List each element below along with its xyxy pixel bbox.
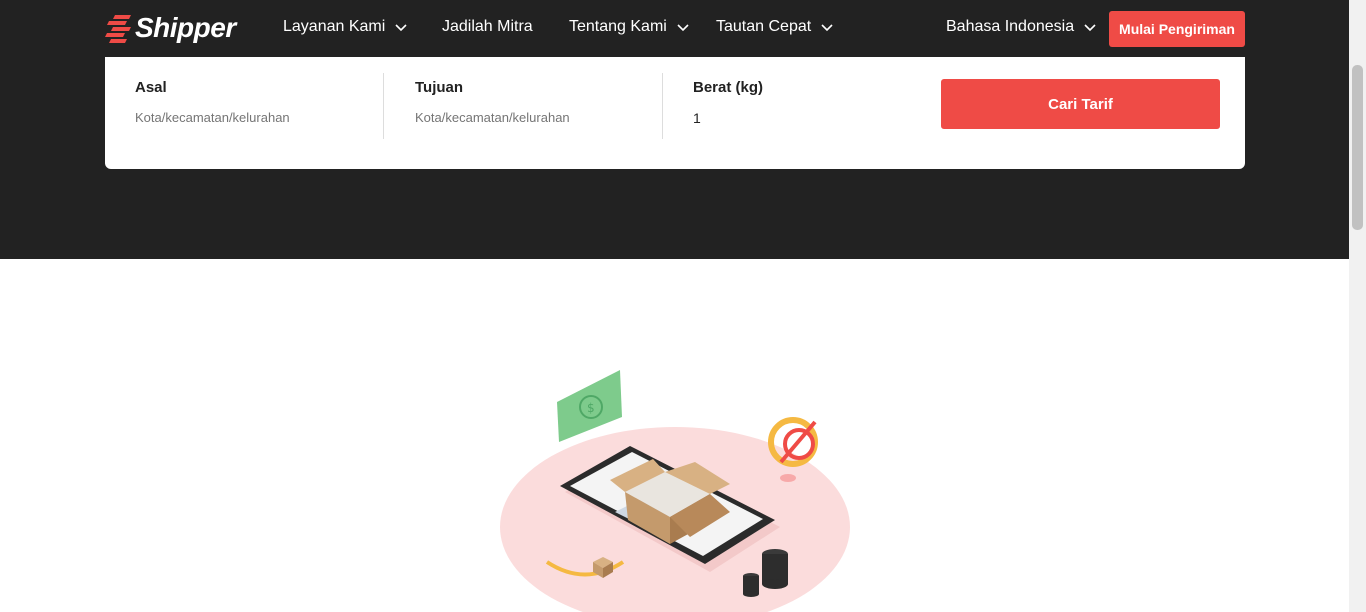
nav-label: Layanan Kami [283,18,386,35]
chevron-down-icon [677,24,689,32]
language-selector[interactable]: Bahasa Indonesia [946,18,1096,36]
chevron-down-icon [395,24,407,32]
chevron-down-icon [1084,24,1096,32]
nav-label: Tentang Kami [569,18,667,35]
rate-check-form: Asal Tujuan Berat (kg) Cari Tarif [105,57,1245,169]
nav-layanan-kami[interactable]: Layanan Kami [283,18,407,36]
nav-label: Tautan Cepat [716,18,812,35]
brand-name: Shipper [135,12,236,43]
scrollbar-thumb[interactable] [1352,65,1363,230]
field-divider [662,73,663,139]
money-icon: $ [557,370,622,442]
shipper-logo[interactable]: Shipper [105,12,236,44]
parcel-illustration: $ [500,370,850,612]
weight-input[interactable] [693,110,913,126]
start-shipping-button[interactable]: Mulai Pengiriman [1109,11,1245,47]
origin-label: Asal [135,79,167,96]
destination-label: Tujuan [415,79,464,96]
page-scrollbar[interactable] [1349,0,1366,612]
nav-jadilah-mitra[interactable]: Jadilah Mitra [442,18,533,36]
language-label: Bahasa Indonesia [946,18,1075,35]
svg-text:$: $ [587,401,595,415]
nav-tentang-kami[interactable]: Tentang Kami [569,18,689,36]
nav-label: Jadilah Mitra [442,18,533,35]
search-rate-button[interactable]: Cari Tarif [941,79,1220,129]
shipper-logo-icon [105,15,131,43]
destination-input[interactable] [415,110,635,125]
nav-tautan-cepat[interactable]: Tautan Cepat [716,18,833,36]
field-divider [383,73,384,139]
origin-field: Asal [135,79,355,127]
destination-field: Tujuan [415,79,635,127]
top-navbar: Shipper Layanan Kami Jadilah Mitra Tenta… [0,0,1349,57]
chevron-down-icon [821,24,833,32]
origin-input[interactable] [135,110,355,125]
weight-field: Berat (kg) [693,79,913,128]
weight-label: Berat (kg) [693,79,764,96]
